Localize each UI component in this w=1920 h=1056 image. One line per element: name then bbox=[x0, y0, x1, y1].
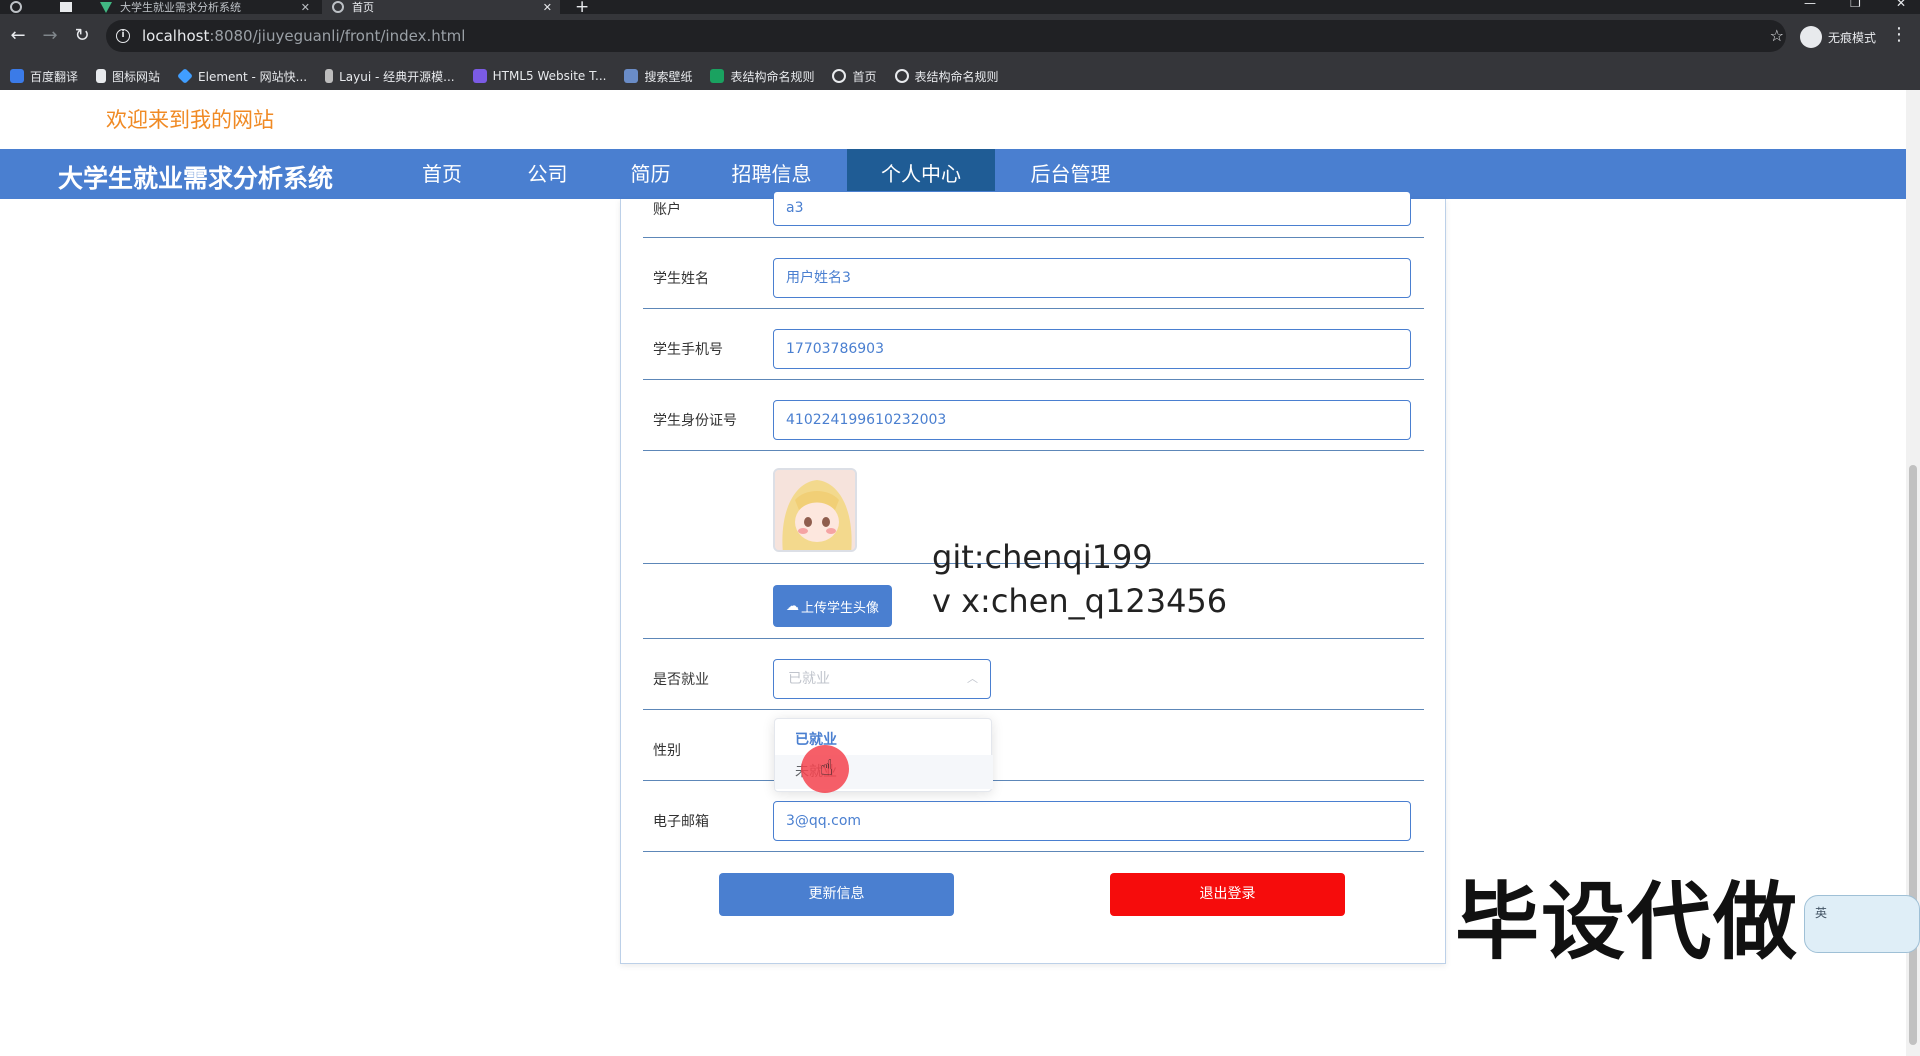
employed-select[interactable]: 已就业 ︿ bbox=[773, 659, 991, 699]
scrollbar-thumb[interactable] bbox=[1909, 465, 1917, 1045]
promo-text: 毕设代做 bbox=[1455, 873, 1800, 971]
incognito-icon bbox=[1799, 26, 1822, 48]
globe-icon bbox=[332, 1, 344, 13]
bookmarks-bar: 百度翻译 图标网站 Element - 网站快... Layui - 经典开源模… bbox=[0, 62, 1920, 90]
tab-home[interactable]: 首页 ✕ bbox=[322, 0, 560, 14]
close-icon[interactable]: ✕ bbox=[543, 1, 552, 14]
tab-title: 大学生就业需求分析系统 bbox=[120, 1, 241, 14]
browser-logo-tab bbox=[0, 0, 40, 14]
employed-select-value: 已就业 bbox=[788, 671, 830, 687]
form-row-email: 电子邮箱 3@qq.com bbox=[643, 781, 1424, 852]
element-icon bbox=[177, 68, 193, 84]
reload-icon[interactable]: ↻ bbox=[70, 24, 94, 48]
bookmark-label: Layui - 经典开源模... bbox=[339, 69, 455, 84]
update-info-button[interactable]: 更新信息 bbox=[719, 873, 954, 916]
ime-mascot: 英 bbox=[1804, 895, 1920, 953]
layui-icon bbox=[325, 69, 334, 83]
window-close-icon[interactable]: ✕ bbox=[1896, 0, 1906, 10]
form-row-employed: 是否就业 已就业 ︿ bbox=[643, 639, 1424, 710]
address-bar: ← → ↻ i localhost:8080/jiuyeguanli/front… bbox=[0, 14, 1920, 62]
bookmark-label: 首页 bbox=[852, 69, 877, 84]
avatar-image bbox=[775, 470, 855, 550]
form-row-idcard: 学生身份证号 410224199610232003 bbox=[643, 380, 1424, 451]
tab-title: 首页 bbox=[352, 1, 374, 14]
browser-tabstrip: 大学生就业需求分析系统 ✕ 首页 ✕ + — ❐ ✕ bbox=[0, 0, 1920, 17]
dropdown-caret bbox=[806, 710, 818, 717]
bookmark-label: Element - 网站快... bbox=[198, 69, 308, 84]
upload-avatar-button[interactable]: ☁ 上传学生头像 bbox=[773, 585, 892, 627]
gender-label: 性别 bbox=[653, 743, 681, 759]
upload-button-label: 上传学生头像 bbox=[800, 600, 879, 616]
bookmark-label: 图标网站 bbox=[112, 69, 161, 84]
vue-icon bbox=[100, 1, 112, 13]
nav-company[interactable]: 公司 bbox=[500, 149, 595, 199]
name-input[interactable]: 用户姓名3 bbox=[773, 258, 1411, 298]
site-brand[interactable]: 大学生就业需求分析系统 bbox=[58, 159, 333, 195]
bookmark-item[interactable]: 百度翻译 bbox=[10, 68, 78, 85]
incognito-profile[interactable]: 无痕模式 bbox=[1799, 26, 1876, 48]
welcome-text: 欢迎来到我的网站 bbox=[106, 108, 274, 132]
url-text: localhost:8080/jiuyeguanli/front/index.h… bbox=[142, 27, 466, 45]
hand-cursor-icon: ☝ bbox=[820, 756, 834, 781]
form-row-name: 学生姓名 用户姓名3 bbox=[643, 238, 1424, 309]
bookmark-item[interactable]: Layui - 经典开源模... bbox=[325, 68, 455, 85]
bookmark-label: 百度翻译 bbox=[30, 69, 79, 84]
account-label: 账户 bbox=[653, 202, 681, 218]
watermark-git: git:chenqi199 bbox=[932, 538, 1153, 576]
wallpaper-icon bbox=[624, 69, 639, 83]
name-label: 学生姓名 bbox=[653, 271, 709, 287]
bookmark-star-icon[interactable]: ☆ bbox=[1770, 26, 1784, 45]
phone-label: 学生手机号 bbox=[653, 342, 723, 358]
bookmark-label: 表结构命名规则 bbox=[914, 69, 999, 84]
globe-icon bbox=[832, 69, 847, 83]
html5-icon bbox=[472, 69, 487, 83]
bookmark-item[interactable]: 表结构命名规则 bbox=[710, 68, 814, 85]
page-icon bbox=[60, 2, 72, 12]
nav-home[interactable]: 首页 bbox=[392, 149, 492, 199]
back-arrow-icon[interactable]: ← bbox=[6, 24, 30, 48]
bookmark-item[interactable]: 图标网站 bbox=[96, 68, 160, 85]
watermark-wechat: v x:chen_q123456 bbox=[932, 582, 1228, 620]
bookmark-item[interactable]: 搜索壁纸 bbox=[624, 68, 692, 85]
translate-icon bbox=[10, 69, 24, 83]
form-row-phone: 学生手机号 17703786903 bbox=[643, 309, 1424, 380]
student-avatar bbox=[773, 468, 857, 552]
bookmark-label: 表结构命名规则 bbox=[730, 69, 815, 84]
sheet-icon bbox=[710, 69, 725, 83]
restore-icon[interactable]: ❐ bbox=[1850, 0, 1861, 10]
bookmark-item[interactable]: Element - 网站快... bbox=[177, 68, 308, 85]
url-input[interactable]: i localhost:8080/jiuyeguanli/front/index… bbox=[106, 20, 1786, 52]
form-row-account: 账户 a3 bbox=[643, 191, 1424, 238]
minimize-icon[interactable]: — bbox=[1804, 0, 1816, 10]
bookmark-label: 搜索壁纸 bbox=[644, 69, 693, 84]
forward-arrow-icon[interactable]: → bbox=[38, 24, 62, 48]
profile-label: 无痕模式 bbox=[1827, 30, 1876, 45]
form-row-gender: 性别 bbox=[643, 710, 1424, 781]
bookmark-label: HTML5 Website T... bbox=[492, 69, 607, 83]
logout-button[interactable]: 退出登录 bbox=[1110, 873, 1345, 916]
email-label: 电子邮箱 bbox=[653, 814, 709, 830]
close-icon[interactable]: ✕ bbox=[301, 1, 310, 14]
cloud-upload-icon: ☁ bbox=[785, 598, 799, 614]
tab-system[interactable]: 大学生就业需求分析系统 ✕ bbox=[90, 0, 318, 14]
chevron-up-icon: ︿ bbox=[967, 672, 978, 685]
bookmark-item[interactable]: 首页 bbox=[832, 68, 877, 85]
bookmark-item[interactable]: HTML5 Website T... bbox=[472, 69, 607, 83]
globe-icon bbox=[894, 69, 909, 83]
phone-input[interactable]: 17703786903 bbox=[773, 329, 1411, 369]
idcard-input[interactable]: 410224199610232003 bbox=[773, 400, 1411, 440]
account-input[interactable]: a3 bbox=[773, 191, 1411, 226]
nav-resume[interactable]: 简历 bbox=[603, 149, 698, 199]
ime-label: 英 bbox=[1815, 906, 1828, 920]
employed-label: 是否就业 bbox=[653, 672, 709, 688]
bookmark-item[interactable]: 表结构命名规则 bbox=[894, 68, 999, 85]
flag-icon bbox=[96, 69, 107, 83]
info-icon[interactable]: i bbox=[116, 29, 130, 43]
pinned-tab[interactable] bbox=[50, 0, 90, 14]
chrome-icon bbox=[10, 1, 22, 13]
idcard-label: 学生身份证号 bbox=[653, 413, 737, 429]
email-input[interactable]: 3@qq.com bbox=[773, 801, 1411, 841]
kebab-menu-icon[interactable]: ⋮ bbox=[1890, 24, 1908, 45]
